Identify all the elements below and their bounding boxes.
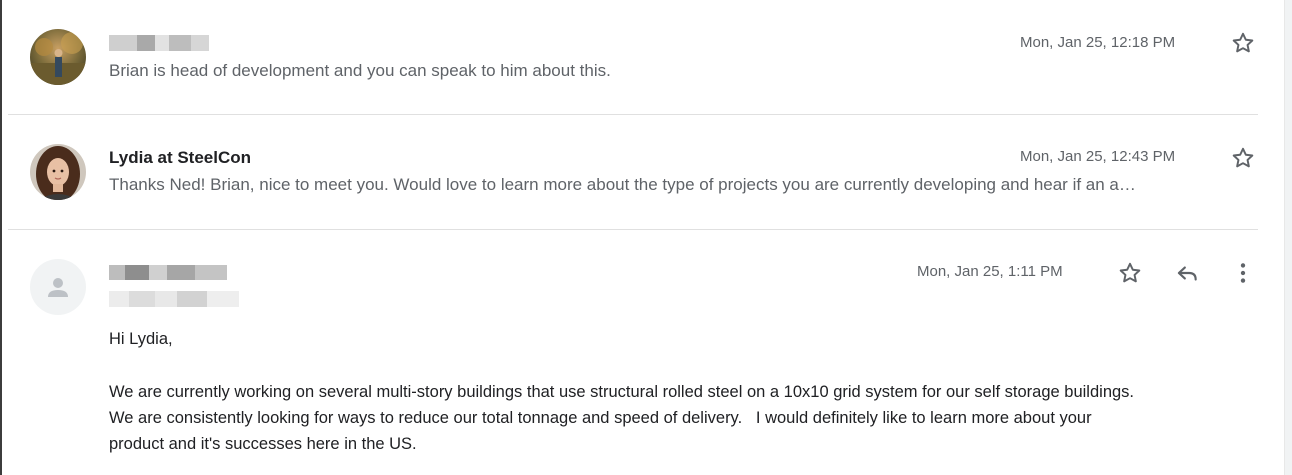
- redacted-sender-name: [109, 265, 227, 280]
- divider: [8, 114, 1258, 115]
- redacted-recipient: [109, 291, 239, 307]
- window-edge: [0, 0, 2, 475]
- scrollbar-track[interactable]: [1284, 0, 1292, 475]
- email-date: Mon, Jan 25, 12:18 PM: [1020, 34, 1176, 51]
- default-avatar: [30, 259, 86, 315]
- more-vert-icon[interactable]: [1230, 260, 1256, 286]
- email-snippet: Thanks Ned! Brian, nice to meet you. Wou…: [109, 175, 1136, 194]
- sender-name: Lydia at SteelCon: [109, 148, 252, 167]
- star-icon[interactable]: [1117, 260, 1143, 286]
- star-icon[interactable]: [1230, 145, 1256, 171]
- person-icon: [48, 278, 68, 297]
- email-body-line-1: We are currently working on several mult…: [109, 383, 1135, 401]
- email-greeting: Hi Lydia,: [109, 330, 173, 348]
- avatar: [30, 144, 86, 200]
- email-date: Mon, Jan 25, 1:11 PM: [917, 263, 1063, 280]
- email-snippet: Brian is head of development and you can…: [109, 61, 611, 80]
- divider: [8, 229, 1258, 230]
- reply-icon[interactable]: [1174, 260, 1200, 286]
- email-date: Mon, Jan 25, 12:43 PM: [1020, 148, 1176, 165]
- avatar: [30, 29, 86, 85]
- star-icon[interactable]: [1230, 30, 1256, 56]
- email-body-line-3: product and it's successes here in the U…: [109, 435, 417, 453]
- redacted-sender-name: [109, 35, 209, 51]
- email-body-line-2: We are consistently looking for ways to …: [109, 409, 1092, 427]
